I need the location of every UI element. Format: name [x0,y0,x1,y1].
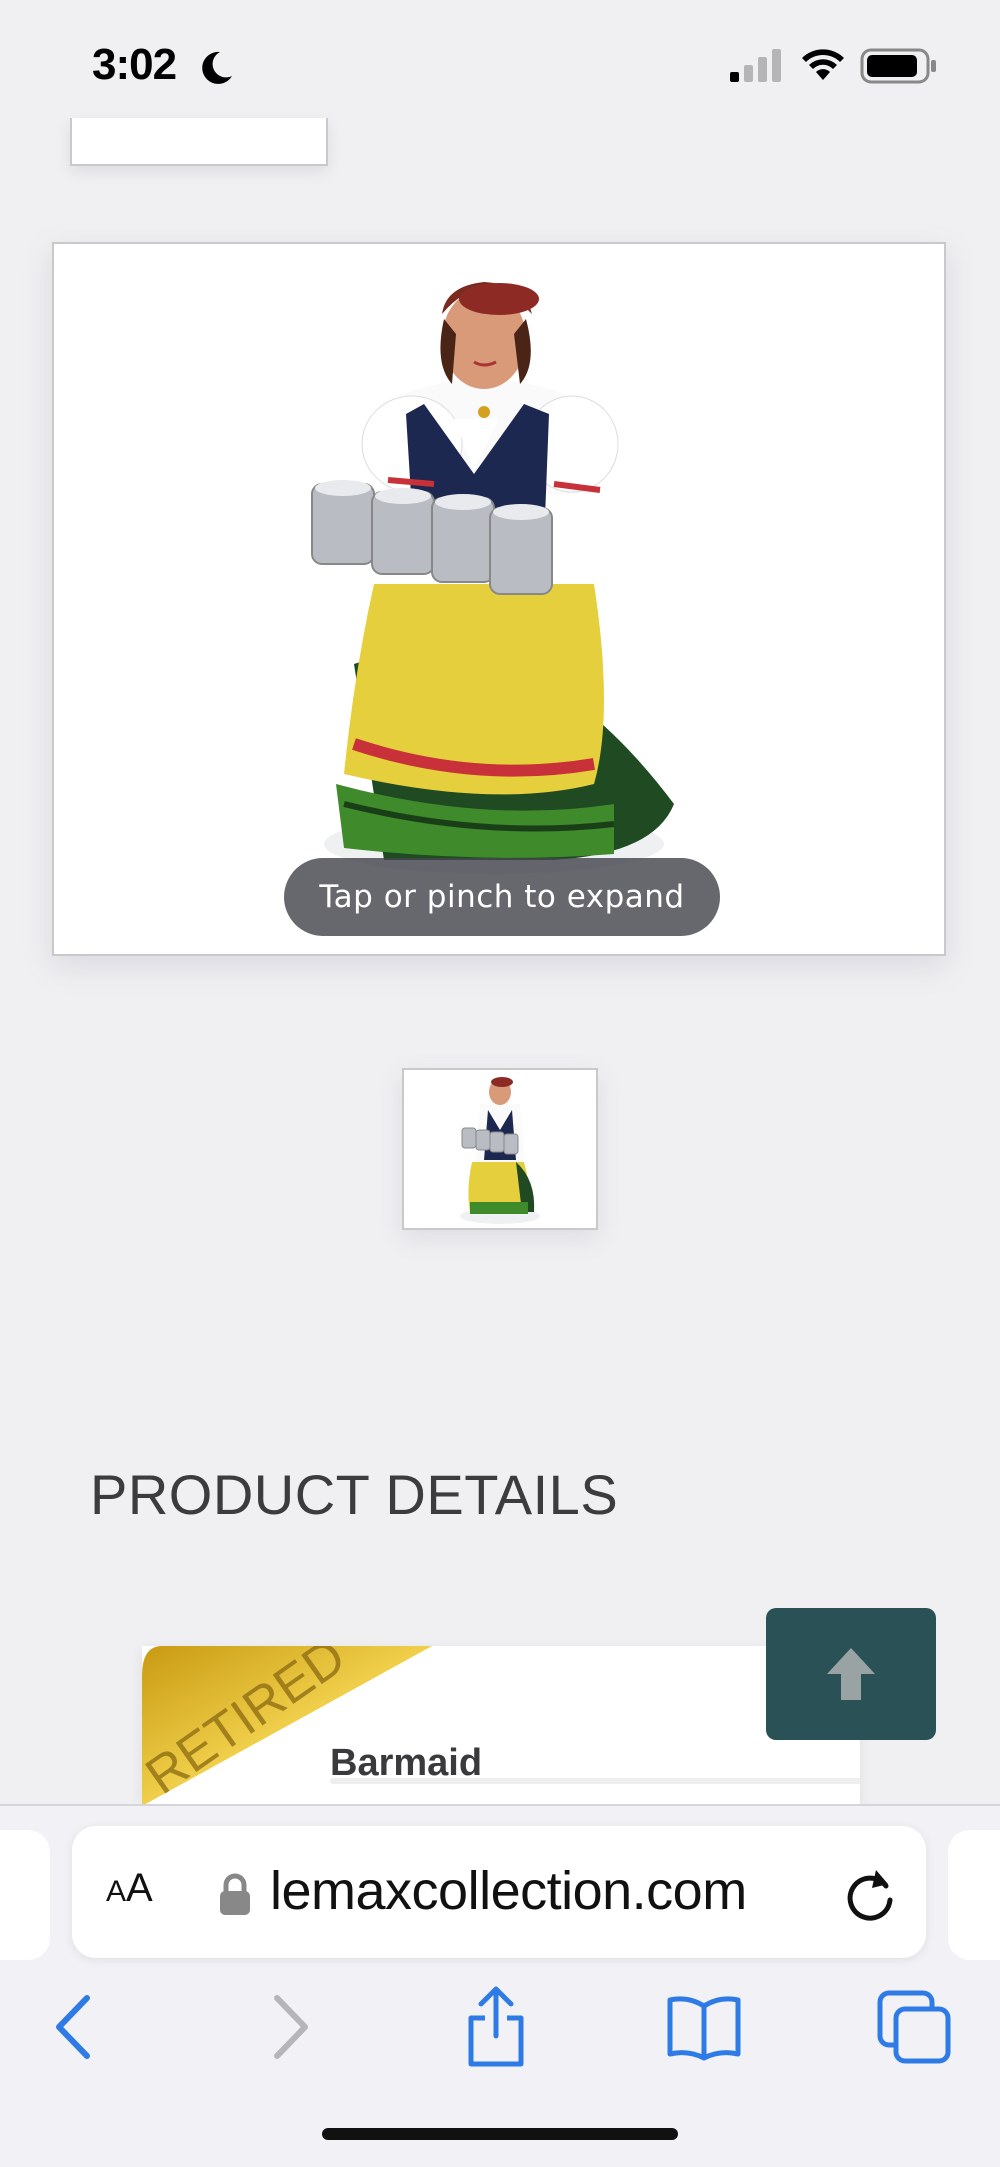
status-bar: 3:02 [0,0,1000,120]
arrow-up-icon [827,1648,875,1700]
status-time: 3:02 [92,40,177,89]
product-card[interactable]: RETIRED Barmaid [142,1646,860,1806]
share-button[interactable] [456,1982,536,2072]
text-size-button[interactable]: AA [106,1866,153,1911]
bookmarks-button[interactable] [664,1982,744,2072]
product-thumbnail[interactable] [402,1068,598,1230]
chevron-right-icon [274,1995,308,2059]
next-tab-preview[interactable] [948,1830,1000,1960]
previous-image-thumbnail[interactable] [70,118,328,166]
expand-hint[interactable]: Tap or pinch to expand [284,858,720,936]
barmaid-figurine-image [311,282,674,874]
battery-icon [860,48,936,84]
product-details-heading: PRODUCT DETAILS [90,1463,619,1526]
back-button[interactable] [34,1982,114,2072]
browser-chrome: AA lemaxcollection.com [0,1804,1000,2167]
reload-icon[interactable] [842,1864,898,1924]
home-indicator [322,2128,678,2140]
lock-icon [220,1873,250,1915]
share-icon [468,1986,524,2067]
wifi-icon [802,49,844,80]
product-main-image[interactable]: Tap or pinch to expand [52,242,946,956]
address-bar[interactable]: AA lemaxcollection.com [72,1826,926,1958]
tabs-button[interactable] [874,1982,954,2072]
url-text[interactable]: lemaxcollection.com [270,1860,747,1922]
barmaid-thumbnail-image [460,1077,540,1224]
chevron-left-icon [56,1995,90,2059]
tabs-icon [877,1990,951,2064]
card-divider [330,1778,860,1784]
previous-tab-preview[interactable] [0,1830,50,1960]
scroll-to-top-button[interactable] [766,1608,936,1740]
cellular-signal-icon [730,49,781,82]
book-icon [667,1996,741,2061]
forward-button[interactable] [250,1982,330,2072]
moon-icon [202,51,232,84]
